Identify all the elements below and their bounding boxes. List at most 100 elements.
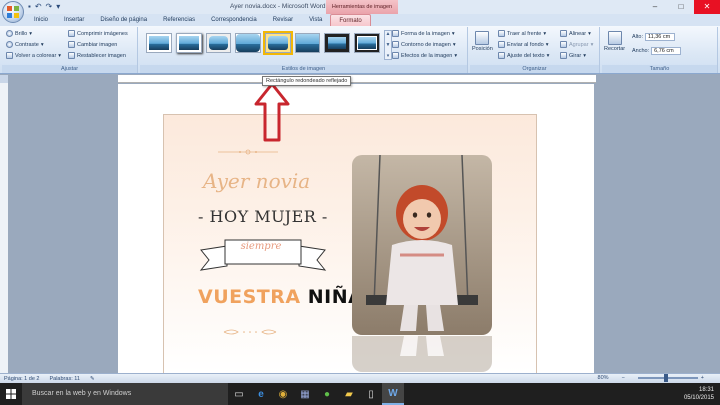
tab-formato[interactable]: Formato bbox=[330, 14, 371, 26]
gallery-scroll[interactable]: ▲ ▼ ▾ bbox=[384, 30, 392, 60]
group-organizar: Posición Traer al frente ▾ Enviar al fon… bbox=[470, 27, 600, 73]
outline-icon bbox=[392, 41, 399, 48]
system-clock[interactable]: 18:31 05/10/2015 bbox=[684, 386, 714, 402]
style-thumb[interactable] bbox=[354, 33, 381, 53]
edge-icon[interactable]: e bbox=[250, 383, 272, 405]
recortar-label: Recortar bbox=[604, 46, 626, 52]
style-thumb[interactable] bbox=[294, 33, 321, 53]
evernote-icon[interactable]: ● bbox=[316, 383, 338, 405]
style-thumb[interactable] bbox=[175, 33, 202, 53]
chevron-down-icon[interactable]: ▼ bbox=[386, 42, 391, 48]
tab-referencias[interactable]: Referencias bbox=[155, 14, 203, 26]
redo-icon[interactable]: ↷ bbox=[46, 2, 53, 11]
contorno-button[interactable]: Contorno de imagen ▾ bbox=[392, 41, 456, 48]
posicion-label: Posición bbox=[472, 46, 493, 52]
task-view-icon[interactable]: ▭ bbox=[228, 383, 250, 405]
efectos-button[interactable]: Efectos de la imagen ▾ bbox=[392, 52, 457, 59]
word-count[interactable]: Palabras: 11 bbox=[49, 376, 79, 382]
zoom-in-icon[interactable]: + bbox=[701, 375, 704, 381]
office-button[interactable] bbox=[2, 1, 24, 23]
contraste-button[interactable]: Contraste ▾ bbox=[6, 41, 44, 48]
close-button[interactable]: ✕ bbox=[694, 0, 720, 14]
align-icon bbox=[560, 30, 567, 37]
chrome-icon[interactable]: ◉ bbox=[272, 383, 294, 405]
title-bar: ▪ ↶ ↷ ▾ Ayer novia.docx - Microsoft Word… bbox=[0, 0, 720, 14]
save-icon[interactable]: ▪ bbox=[28, 2, 31, 11]
picture-styles-gallery bbox=[143, 29, 383, 63]
ruler-corner[interactable] bbox=[0, 75, 8, 83]
traer-button[interactable]: Traer al frente ▾ bbox=[498, 30, 546, 37]
recortar-button[interactable]: Recortar bbox=[604, 31, 625, 52]
cambiar-button[interactable]: Cambiar imagen bbox=[68, 41, 117, 48]
rotate-icon bbox=[560, 52, 567, 59]
agrupar-button[interactable]: Agrupar ▾ bbox=[560, 41, 593, 48]
banner-text: siempre bbox=[240, 241, 282, 252]
style-thumb-selected[interactable] bbox=[263, 31, 293, 55]
ornament-top-icon bbox=[218, 149, 278, 155]
files-icon[interactable]: ▯ bbox=[360, 383, 382, 405]
cambiar-label: Cambiar imagen bbox=[77, 41, 118, 48]
undo-icon[interactable]: ↶ bbox=[35, 2, 42, 11]
tab-correspondencia[interactable]: Correspondencia bbox=[203, 14, 265, 26]
zoom-slider-knob[interactable] bbox=[663, 374, 668, 382]
style-thumb[interactable] bbox=[235, 33, 261, 53]
word-taskbar-icon[interactable]: W bbox=[382, 383, 404, 405]
zoom-slider[interactable] bbox=[637, 374, 698, 382]
contorno-label: Contorno de imagen bbox=[401, 41, 451, 48]
child-on-swing-photo[interactable] bbox=[352, 155, 492, 335]
tab-revisar[interactable]: Revisar bbox=[265, 14, 301, 26]
ancho-input[interactable]: 6,76 cm bbox=[651, 47, 682, 55]
style-thumb[interactable] bbox=[146, 33, 172, 53]
heading-ayer-novia: Ayer novia bbox=[203, 169, 311, 193]
alto-input[interactable]: 11,36 cm bbox=[645, 33, 676, 41]
context-tab-header: Herramientas de imagen bbox=[326, 0, 398, 14]
posicion-button[interactable]: Posición bbox=[472, 31, 493, 52]
photo-reflection bbox=[352, 336, 492, 372]
window-title: Ayer novia.docx - Microsoft Word bbox=[230, 3, 326, 10]
windows-logo-icon bbox=[6, 389, 16, 399]
zoom-level[interactable]: 80% bbox=[598, 375, 609, 381]
contrast-icon bbox=[6, 41, 13, 48]
ornament-bottom-icon bbox=[223, 329, 277, 335]
taskbar-search-input[interactable]: Buscar en la web y en Windows bbox=[22, 383, 228, 405]
more-icon[interactable]: ▾ bbox=[387, 53, 390, 59]
qat-dropdown-icon[interactable]: ▾ bbox=[56, 2, 60, 11]
style-thumb[interactable] bbox=[205, 33, 232, 53]
start-button[interactable] bbox=[0, 383, 22, 405]
efectos-label: Efectos de la imagen bbox=[401, 52, 453, 59]
change-picture-icon bbox=[68, 41, 75, 48]
tab-vista[interactable]: Vista bbox=[301, 14, 330, 26]
alto-label: Alto: bbox=[632, 34, 644, 40]
page-count[interactable]: Página: 1 de 2 bbox=[4, 376, 39, 382]
windows-taskbar: Buscar en la web y en Windows ▭ e ◉ ▦ ● … bbox=[0, 383, 720, 405]
brillo-button[interactable]: Brillo ▾ bbox=[6, 30, 32, 37]
minimize-button[interactable]: – bbox=[642, 0, 668, 14]
alinear-button[interactable]: Alinear ▾ bbox=[560, 30, 591, 37]
send-back-icon bbox=[498, 41, 505, 48]
chevron-up-icon[interactable]: ▲ bbox=[386, 31, 391, 37]
shape-icon bbox=[392, 30, 399, 37]
comprimir-button[interactable]: Comprimir imágenes bbox=[68, 30, 128, 37]
vertical-ruler[interactable] bbox=[0, 83, 8, 373]
horizontal-ruler[interactable] bbox=[118, 75, 596, 83]
tab-inicio[interactable]: Inicio bbox=[26, 14, 56, 26]
photos-icon[interactable]: ▦ bbox=[294, 383, 316, 405]
group-ajustar: Brillo ▾ Contraste ▾ Volver a colorear ▾… bbox=[2, 27, 138, 73]
tab-insertar[interactable]: Insertar bbox=[56, 14, 92, 26]
maximize-button[interactable]: □ bbox=[668, 0, 694, 14]
enviar-button[interactable]: Enviar al fondo ▾ bbox=[498, 41, 548, 48]
contraste-label: Contraste bbox=[15, 41, 39, 48]
proofing-icon[interactable]: ✎ bbox=[90, 376, 95, 382]
zoom-out-icon[interactable]: − bbox=[622, 375, 625, 381]
style-thumb[interactable] bbox=[324, 33, 351, 53]
group-label-ajustar: Ajustar bbox=[2, 65, 137, 73]
group-icon bbox=[560, 41, 567, 48]
file-explorer-icon[interactable]: ▰ bbox=[338, 383, 360, 405]
tab-diseno[interactable]: Diseño de página bbox=[92, 14, 155, 26]
forma-button[interactable]: Forma de la imagen ▾ bbox=[392, 30, 455, 37]
ajuste-label: Ajuste del texto bbox=[507, 52, 545, 59]
restablecer-button[interactable]: Restablecer imagen bbox=[68, 52, 126, 59]
ajuste-button[interactable]: Ajuste del texto ▾ bbox=[498, 52, 549, 59]
girar-button[interactable]: Girar ▾ bbox=[560, 52, 586, 59]
volver-colorear-button[interactable]: Volver a colorear ▾ bbox=[6, 52, 61, 59]
